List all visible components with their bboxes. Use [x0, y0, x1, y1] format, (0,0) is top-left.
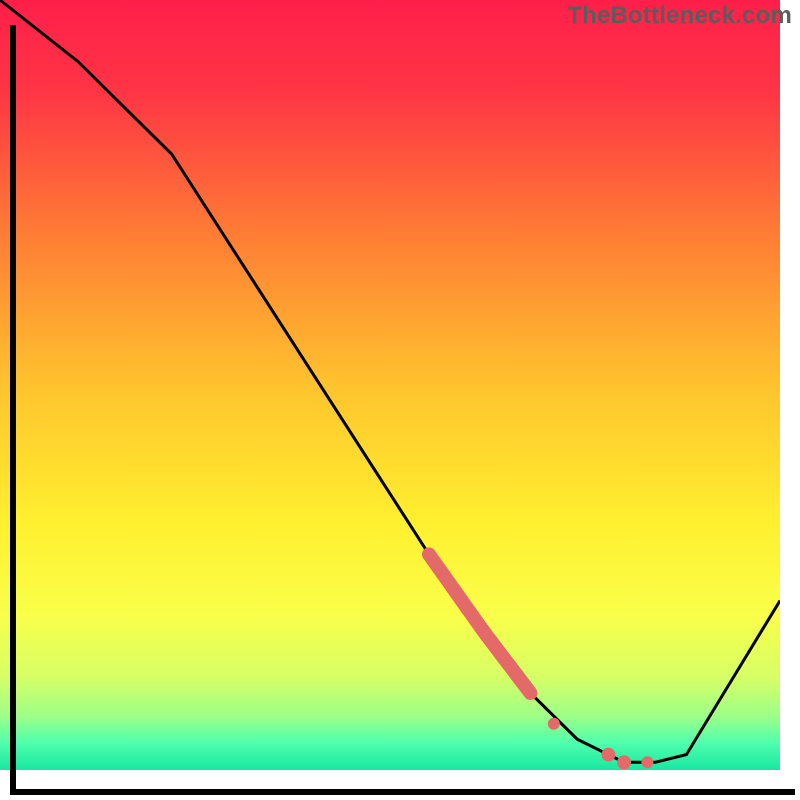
- highlight-marker: [548, 718, 560, 730]
- highlight-marker: [641, 756, 653, 768]
- watermark-text: TheBottleneck.com: [567, 2, 792, 30]
- chart-container: TheBottleneck.com: [0, 0, 800, 800]
- gradient-background: [0, 0, 780, 770]
- chart-svg: [0, 0, 780, 770]
- highlight-marker: [601, 748, 615, 762]
- highlight-marker: [617, 755, 631, 769]
- y-axis-line: [10, 25, 16, 795]
- x-axis-line: [10, 789, 795, 795]
